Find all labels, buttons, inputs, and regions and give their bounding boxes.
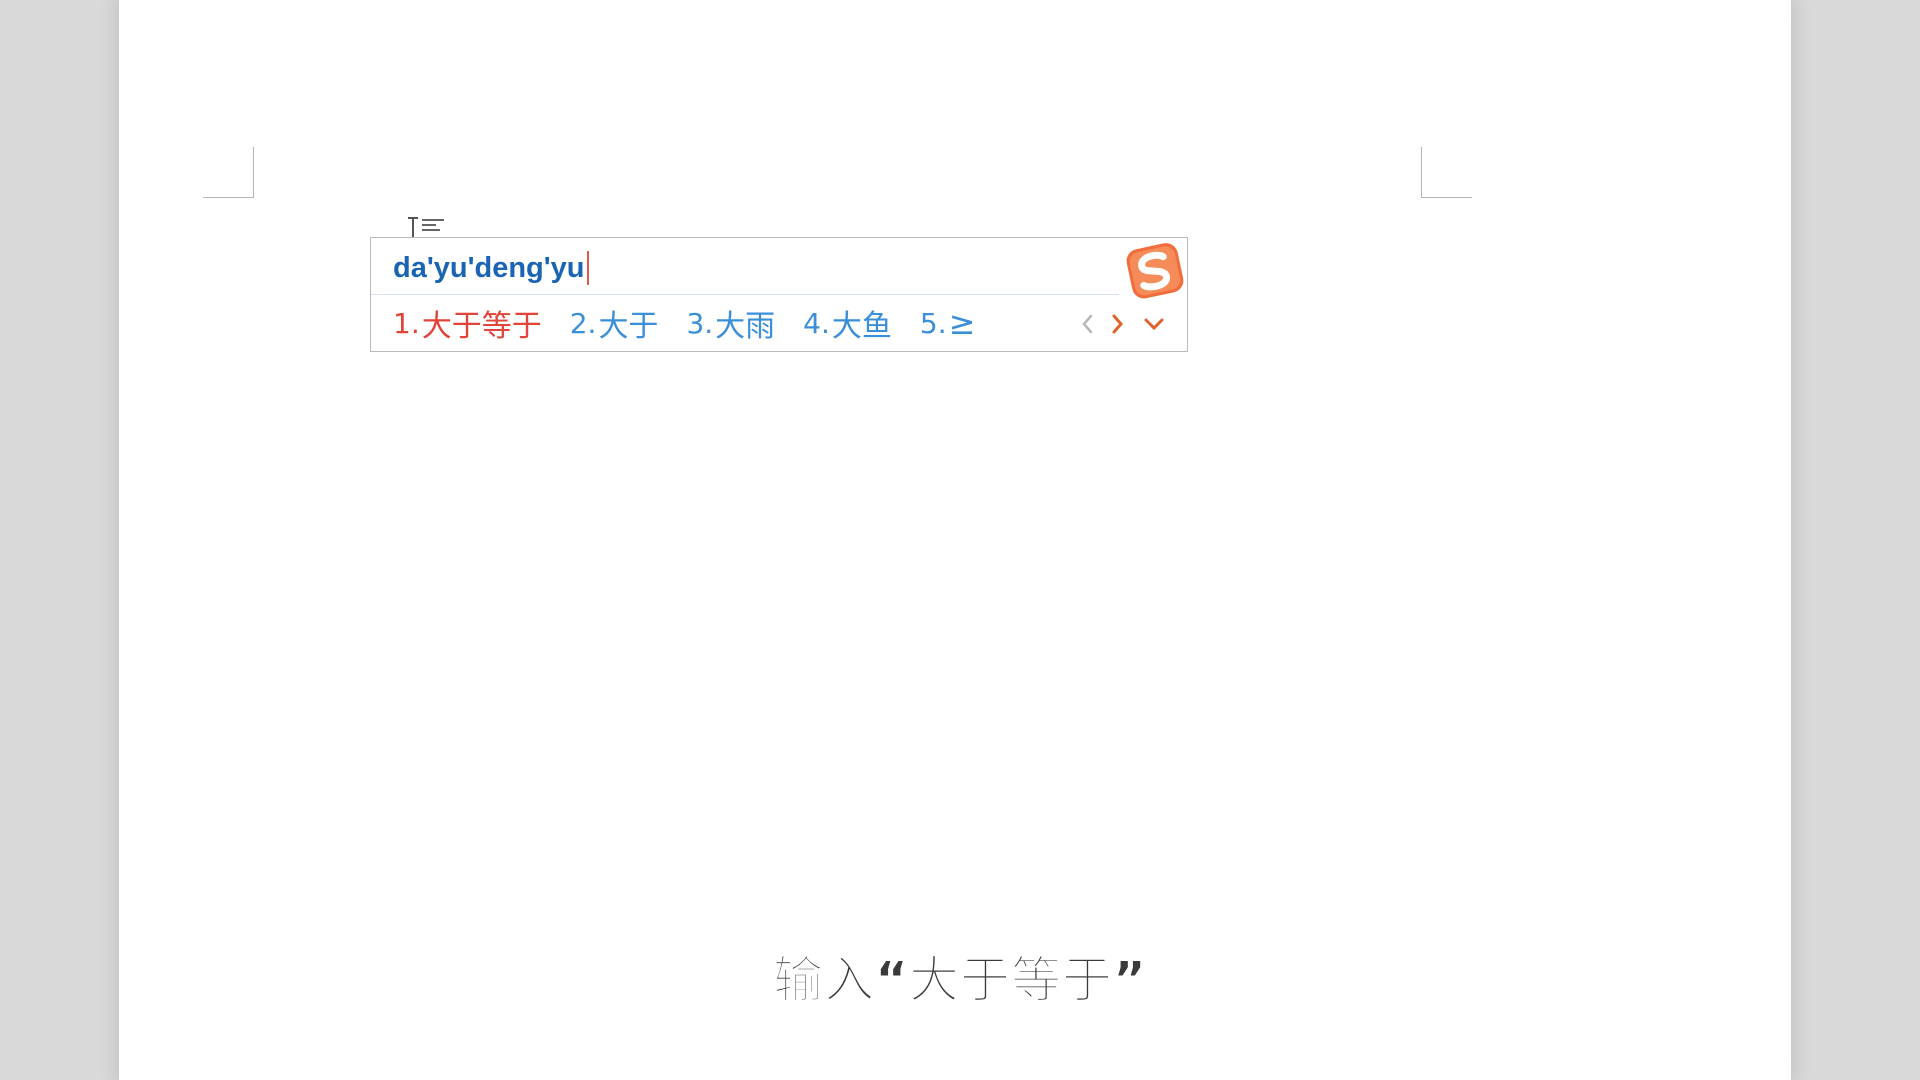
page-corner-mark-top-right <box>1421 147 1472 198</box>
ime-pinyin-input[interactable]: da'yu'deng'yu <box>393 248 589 288</box>
chevron-right-icon[interactable] <box>1106 302 1130 346</box>
candidate-item-2[interactable]: 2. 大于 <box>570 301 659 345</box>
chevron-left-icon[interactable] <box>1075 302 1099 346</box>
candidate-text: 大雨 <box>715 309 776 344</box>
page-corner-mark-top-left <box>203 147 254 198</box>
candidate-item-3[interactable]: 3. 大雨 <box>686 301 775 345</box>
candidate-number: 2. <box>569 306 597 340</box>
sogou-s-icon[interactable] <box>1121 240 1187 302</box>
document-page[interactable] <box>119 0 1791 1080</box>
paragraph-align-icon <box>422 219 444 231</box>
ime-candidate-list: 1. 大于等于 2. 大于 3. 大雨 4. 大鱼 5. ≥ <box>393 298 1003 348</box>
candidate-number: 3. <box>686 306 714 340</box>
candidate-item-1[interactable]: 1. 大于等于 <box>393 301 542 345</box>
candidate-text: ≥ <box>948 304 976 342</box>
candidate-item-4[interactable]: 4. 大鱼 <box>803 301 892 345</box>
chevron-down-icon[interactable] <box>1139 302 1169 346</box>
candidate-number: 1. <box>393 306 420 340</box>
ime-pinyin-text: da'yu'deng'yu <box>393 252 585 284</box>
candidate-number: 4. <box>803 306 830 340</box>
candidate-number: 5. <box>919 306 947 340</box>
ime-candidate-window[interactable]: da'yu'deng'yu 1. 大于等于 2. 大于 3. 大雨 4. 大鱼 … <box>370 237 1188 352</box>
ime-divider <box>371 294 1119 295</box>
candidate-text: 大鱼 <box>831 309 892 344</box>
candidate-item-5[interactable]: 5. ≥ <box>920 304 976 342</box>
candidate-text: 大于 <box>598 309 659 344</box>
video-subtitle: 输入“大于等于” <box>773 951 1147 1010</box>
text-caret <box>586 251 589 285</box>
candidate-text: 大于等于 <box>421 309 542 344</box>
